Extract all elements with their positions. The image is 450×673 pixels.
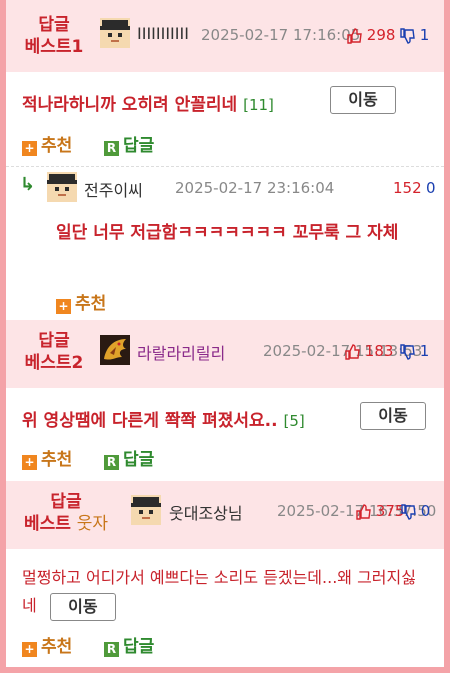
reply-r-icon: R <box>104 455 119 470</box>
best2-reply-label: 답글 <box>123 450 155 470</box>
best3-title[interactable]: 멀쩡하고 어디가서 예쁘다는 소리도 듣겠는데...왜 그러지싫네 이동 <box>22 564 427 621</box>
reply-r-icon: R <box>104 642 119 657</box>
best1-reply-button[interactable]: R 답글 <box>104 131 154 156</box>
best3-rank-line2: 베스트 <box>23 514 71 534</box>
best3-reply-button[interactable]: R 답글 <box>104 632 154 657</box>
best2-reply-button[interactable]: R 답글 <box>104 445 154 470</box>
gold-dragon-avatar-icon[interactable] <box>100 335 130 365</box>
best1-date: 2025-02-17 17:16:05 <box>201 26 361 44</box>
best2-title[interactable]: 위 영상땜에 다른게 쫙쫙 펴졌서요.. [5] <box>22 406 305 431</box>
sub-reply-recommend-button[interactable]: + 추천 <box>56 289 106 314</box>
sub-reply-date: 2025-02-17 23:16:04 <box>175 179 335 197</box>
plus-icon: + <box>22 141 37 156</box>
best3-move-button[interactable]: 이동 <box>49 592 116 621</box>
best1-recommend-button[interactable]: + 추천 <box>22 131 72 156</box>
best3-likes[interactable]: 375 <box>355 502 404 520</box>
best2-rank-line1: 답글 <box>38 331 70 351</box>
thumb-down-icon <box>400 27 415 44</box>
plus-icon: + <box>56 299 71 314</box>
best1-dislikes[interactable]: 1 <box>399 26 429 44</box>
best3-rank-extra: 웃자 <box>76 514 109 534</box>
reply-arrow-icon: ↳ <box>20 174 36 195</box>
best3-reply-label: 답글 <box>123 637 155 657</box>
plus-icon: + <box>22 642 37 657</box>
best2-likes-count: 183 <box>364 342 394 360</box>
best1-likes[interactable]: 298 <box>346 26 395 44</box>
best3-dislikes[interactable]: 0 <box>400 502 430 520</box>
best3-recommend-label: 추천 <box>41 637 73 657</box>
best2-recommend-label: 추천 <box>41 450 73 470</box>
plus-icon: + <box>22 455 37 470</box>
best1-dislikes-count: 1 <box>419 26 430 44</box>
best2-rank-line2: 베스트2 <box>24 353 84 373</box>
sub-reply-recommend-label: 추천 <box>75 294 107 314</box>
best3-rank-badge: 답글 베스트 웃자 <box>16 491 116 535</box>
thumb-up-icon <box>347 27 362 44</box>
best1-reply-count: [11] <box>243 96 274 114</box>
divider <box>6 166 444 167</box>
best2-likes[interactable]: 183 <box>344 342 393 360</box>
thumb-up-icon <box>345 343 360 360</box>
best3-nickname[interactable]: 웃대조상님 <box>169 500 243 524</box>
best1-move-button[interactable]: 이동 <box>330 86 396 114</box>
best1-title[interactable]: 적나라하니까 오히려 안꼴리네 [11] <box>22 90 274 115</box>
best2-recommend-button[interactable]: + 추천 <box>22 445 72 470</box>
pixel-face-avatar-icon[interactable] <box>131 495 161 525</box>
sub-reply-nickname[interactable]: 전주이씨 <box>84 177 143 201</box>
thumb-up-icon <box>356 503 371 520</box>
best2-rank-badge: 답글 베스트2 <box>16 330 92 374</box>
best2-title-text: 위 영상땜에 다른게 쫙쫙 펴졌서요.. <box>22 411 278 431</box>
best3-recommend-button[interactable]: + 추천 <box>22 632 72 657</box>
best1-recommend-label: 추천 <box>41 136 73 156</box>
reply-r-icon: R <box>104 141 119 156</box>
best2-reply-count: [5] <box>283 412 305 430</box>
sub-reply-text[interactable]: 일단 너무 저급함ㅋㅋㅋㅋㅋㅋㅋ 꼬무룩 그 자체 <box>56 219 436 247</box>
best1-rank-line1: 답글 <box>38 15 70 35</box>
pixel-face-avatar-icon[interactable] <box>47 172 77 202</box>
best1-nickname[interactable]: IIIIIIIIIII <box>137 24 189 43</box>
best2-dislikes-count: 1 <box>419 342 430 360</box>
pixel-face-avatar-icon[interactable] <box>100 18 130 48</box>
thumb-down-icon <box>400 343 415 360</box>
best2-dislikes[interactable]: 1 <box>399 342 429 360</box>
best2-move-button[interactable]: 이동 <box>360 402 426 430</box>
best1-reply-label: 답글 <box>123 136 155 156</box>
best3-rank-line1: 답글 <box>50 492 82 512</box>
best1-rank-line2: 베스트1 <box>24 37 84 57</box>
best3-dislikes-count: 0 <box>420 502 431 520</box>
sub-reply-dislikes[interactable]: 0 <box>426 179 436 197</box>
best2-nickname[interactable]: 라랄라리릴리 <box>137 340 225 364</box>
thumb-down-icon <box>401 503 416 520</box>
best1-title-text: 적나라하니까 오히려 안꼴리네 <box>22 95 238 115</box>
best1-likes-count: 298 <box>366 26 396 44</box>
sub-reply-likes[interactable]: 152 <box>393 179 422 197</box>
best1-rank-badge: 답글 베스트1 <box>16 14 92 58</box>
